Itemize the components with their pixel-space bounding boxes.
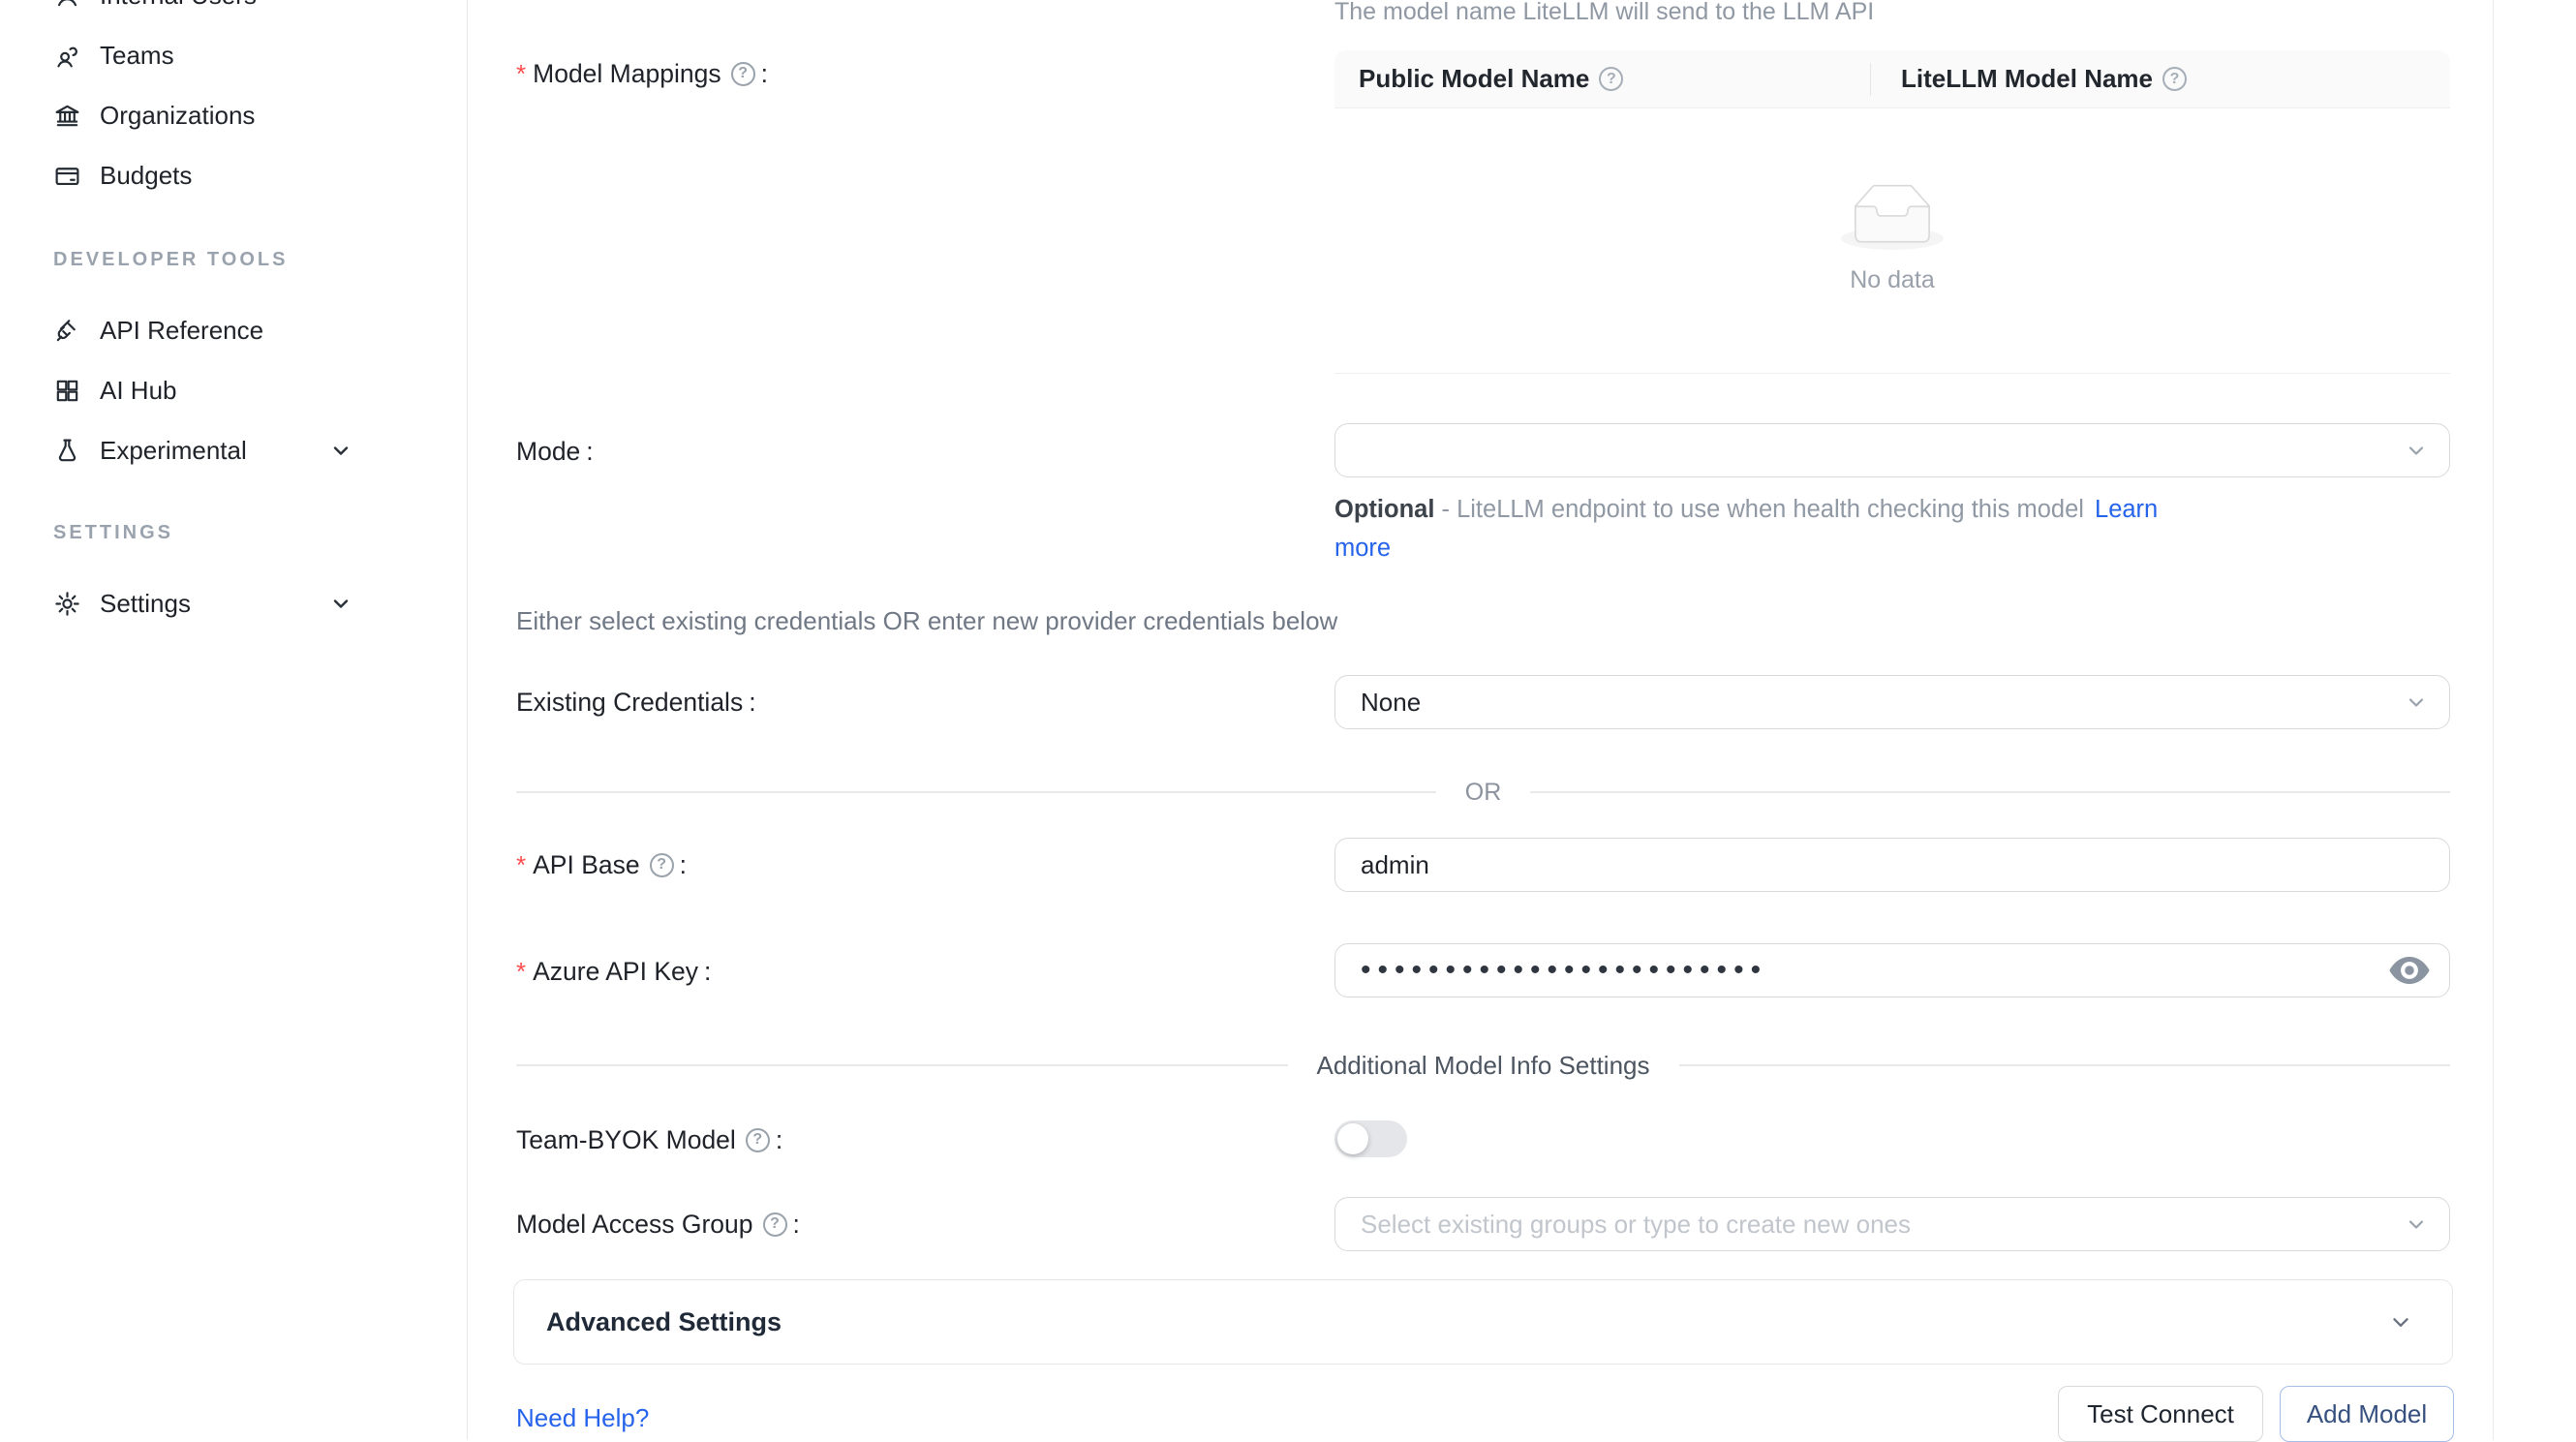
sidebar-item-organizations[interactable]: Organizations [0,85,467,145]
column-public-model-name: Public Model Name ? [1334,64,1870,94]
table-body: No data [1334,108,2450,374]
toggle-knob [1337,1123,1368,1154]
content-right-edge [2493,0,2494,1440]
users-icon [53,42,81,70]
mode-select[interactable] [1334,423,2450,477]
bank-icon [53,102,81,130]
additional-settings-divider: Additional Model Info Settings [516,1048,2450,1083]
model-mappings-label: * Model Mappings ? : [516,54,768,93]
api-base-label: * API Base ? : [516,845,687,884]
mode-label: Mode : [516,432,594,471]
user-icon [53,0,81,10]
sidebar-item-label: Budgets [100,161,192,191]
chevron-down-icon [329,439,353,462]
mode-hint: Optional - LiteLLM endpoint to use when … [1334,490,2477,568]
required-mark: * [516,850,526,880]
chevron-down-icon [2405,690,2428,714]
sidebar-item-label: Internal Users [100,0,257,11]
help-icon[interactable]: ? [746,1128,770,1152]
eye-icon[interactable] [2389,957,2430,991]
learn-more-link[interactable]: more [1334,535,1391,562]
sidebar-item-api-reference[interactable]: API Reference [0,300,467,360]
empty-box-icon [1841,184,1944,250]
help-icon[interactable]: ? [650,853,674,877]
test-connect-button[interactable]: Test Connect [2058,1386,2263,1442]
add-model-button[interactable]: Add Model [2280,1386,2454,1442]
masked-password: •••••••••••••••••••••••• [1361,954,1767,987]
help-icon[interactable]: ? [763,1212,787,1237]
need-help-link[interactable]: Need Help? [516,1403,649,1433]
help-icon[interactable]: ? [731,62,755,86]
required-mark: * [516,957,526,987]
sidebar-section-developer-tools: DEVELOPER TOOLS [0,248,467,271]
sidebar-item-ai-hub[interactable]: AI Hub [0,360,467,420]
gear-icon [53,590,81,618]
no-data-text: No data [1334,266,2450,294]
sidebar: Internal Users Teams Organizations Budge… [0,0,468,1440]
litellm-model-hint: The model name LiteLLM will send to the … [1334,0,1874,26]
team-byok-label: Team-BYOK Model ? : [516,1120,782,1159]
add-model-form: The model name LiteLLM will send to the … [468,0,2576,1440]
sidebar-item-label: AI Hub [100,376,177,406]
sidebar-section-settings: SETTINGS [0,521,467,544]
credentials-note: Either select existing credentials OR en… [516,606,1337,636]
model-access-group-select[interactable]: Select existing groups or type to create… [1334,1197,2450,1251]
model-mappings-table: Public Model Name ? LiteLLM Model Name ? [1334,50,2450,374]
model-access-group-label: Model Access Group ? : [516,1205,800,1243]
select-placeholder: Select existing groups or type to create… [1361,1210,1911,1240]
api-plug-icon [53,317,81,345]
empty-state: No data [1334,184,2450,294]
sidebar-item-internal-users[interactable]: Internal Users [0,0,467,25]
column-divider [1870,63,1871,96]
azure-api-key-label: * Azure API Key : [516,952,711,991]
credit-card-icon [53,162,81,190]
help-icon[interactable]: ? [2162,67,2187,91]
flask-icon [53,437,81,465]
advanced-settings-panel[interactable]: Advanced Settings [513,1279,2453,1365]
api-base-input[interactable]: admin [1334,838,2450,892]
chevron-down-icon [2388,1309,2413,1335]
or-divider: OR [516,775,2450,810]
sidebar-item-experimental[interactable]: Experimental [0,420,467,480]
sidebar-item-label: API Reference [100,316,263,346]
sidebar-item-budgets[interactable]: Budgets [0,145,467,205]
chevron-down-icon [2405,1212,2428,1236]
azure-api-key-input[interactable]: •••••••••••••••••••••••• [1334,943,2450,997]
sidebar-item-label: Experimental [100,436,247,466]
existing-credentials-select[interactable]: None [1334,675,2450,729]
sidebar-item-label: Organizations [100,101,255,131]
chevron-down-icon [2405,439,2428,462]
help-icon[interactable]: ? [1599,67,1623,91]
column-litellm-model-name: LiteLLM Model Name ? [1870,64,2450,94]
sidebar-item-settings[interactable]: Settings [0,573,467,633]
chevron-down-icon [329,592,353,615]
table-header: Public Model Name ? LiteLLM Model Name ? [1334,50,2450,108]
existing-credentials-label: Existing Credentials : [516,683,756,721]
sidebar-item-teams[interactable]: Teams [0,25,467,85]
sidebar-item-label: Teams [100,41,174,71]
app-grid-icon [53,377,81,405]
required-mark: * [516,59,526,89]
learn-more-link[interactable]: Learn [2095,496,2158,523]
team-byok-toggle[interactable] [1334,1120,1407,1157]
sidebar-item-label: Settings [100,589,191,619]
